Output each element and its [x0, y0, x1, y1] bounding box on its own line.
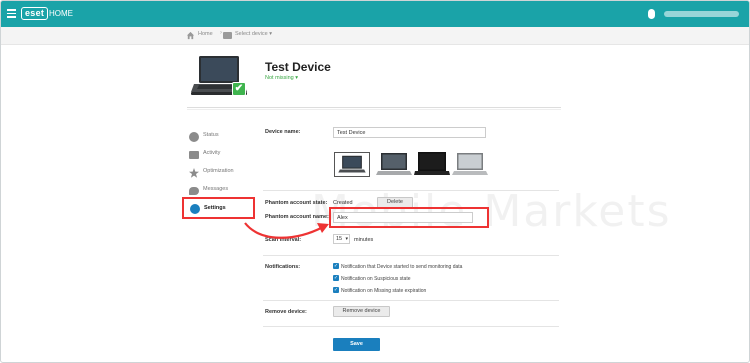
check-icon: ✔ [232, 82, 246, 96]
eset-logo: eset [21, 7, 49, 20]
sidebar-item-settings[interactable]: Settings [182, 197, 255, 219]
device-name-label: Device name: [265, 129, 301, 135]
divider [263, 255, 559, 256]
sidebar-item-label: Optimization [203, 168, 234, 174]
laptop-thumbnail [376, 153, 412, 175]
device-image-option-selected[interactable] [334, 152, 370, 177]
laptop-thumbnail [414, 152, 450, 175]
notification-checkbox[interactable]: ✓ [333, 263, 339, 269]
top-bar: eset HOME [1, 1, 749, 27]
device-image-option[interactable] [414, 152, 450, 177]
breadcrumb-home[interactable]: Home [198, 31, 213, 37]
breadcrumb-separator: › [220, 30, 222, 36]
device-image-option[interactable] [452, 152, 488, 177]
scan-interval-value: 15 [336, 236, 343, 242]
phantom-name-input[interactable] [333, 212, 473, 223]
laptop-thumbnail [452, 153, 488, 175]
user-email-redacted [664, 11, 739, 17]
gear-icon [190, 204, 200, 214]
divider [187, 107, 561, 108]
divider [263, 300, 559, 301]
divider [263, 326, 559, 327]
device-icon [223, 32, 232, 39]
divider [263, 190, 559, 191]
breadcrumb-select-device[interactable]: Select device ▾ [235, 31, 272, 37]
notification-checkbox[interactable]: ✓ [333, 275, 339, 281]
scan-interval-select[interactable]: 15 ▾ [333, 234, 350, 244]
optimization-icon [189, 168, 199, 178]
notification-option-label: Notification on Missing state expiration [341, 288, 427, 294]
status-icon [189, 132, 199, 142]
save-button[interactable]: Save [333, 338, 380, 351]
remove-device-label: Remove device: [265, 309, 307, 315]
app-window: eset HOME Home › Select device ▾ ✔ Test … [0, 0, 750, 363]
annotation-arrow [244, 222, 329, 239]
phantom-state-value: Created [333, 200, 353, 206]
scan-interval-unit: minutes [354, 237, 374, 243]
messages-icon [189, 187, 199, 195]
sidebar-item-label: Status [203, 132, 219, 138]
notification-option-label: Notification that Device started to send… [341, 264, 463, 270]
user-icon [648, 9, 655, 19]
notifications-label: Notifications: [265, 264, 301, 270]
laptop-thumbnail [338, 155, 366, 173]
user-account[interactable] [648, 9, 743, 19]
chevron-down-icon: ▾ [345, 236, 348, 242]
menu-icon[interactable] [7, 9, 16, 18]
activity-icon [189, 151, 199, 159]
device-image-option[interactable] [376, 152, 412, 177]
remove-device-button[interactable]: Remove device [333, 306, 390, 317]
sidebar-item-label: Messages [203, 186, 229, 192]
breadcrumb: Home › Select device ▾ [1, 27, 749, 45]
phantom-state-label: Phantom account state: [265, 200, 328, 206]
device-name-input[interactable] [333, 127, 486, 138]
notification-checkbox[interactable]: ✓ [333, 287, 339, 293]
sidebar-item-label: Settings [204, 205, 226, 211]
page-title: Test Device [265, 60, 331, 74]
sidebar-item-label: Activity [203, 150, 221, 156]
device-status-dropdown[interactable]: Not missing ▾ [265, 75, 298, 81]
home-icon[interactable] [186, 31, 195, 40]
app-name: HOME [49, 9, 73, 18]
notification-option-label: Notification on Suspicious state [341, 276, 411, 282]
divider [187, 109, 561, 110]
